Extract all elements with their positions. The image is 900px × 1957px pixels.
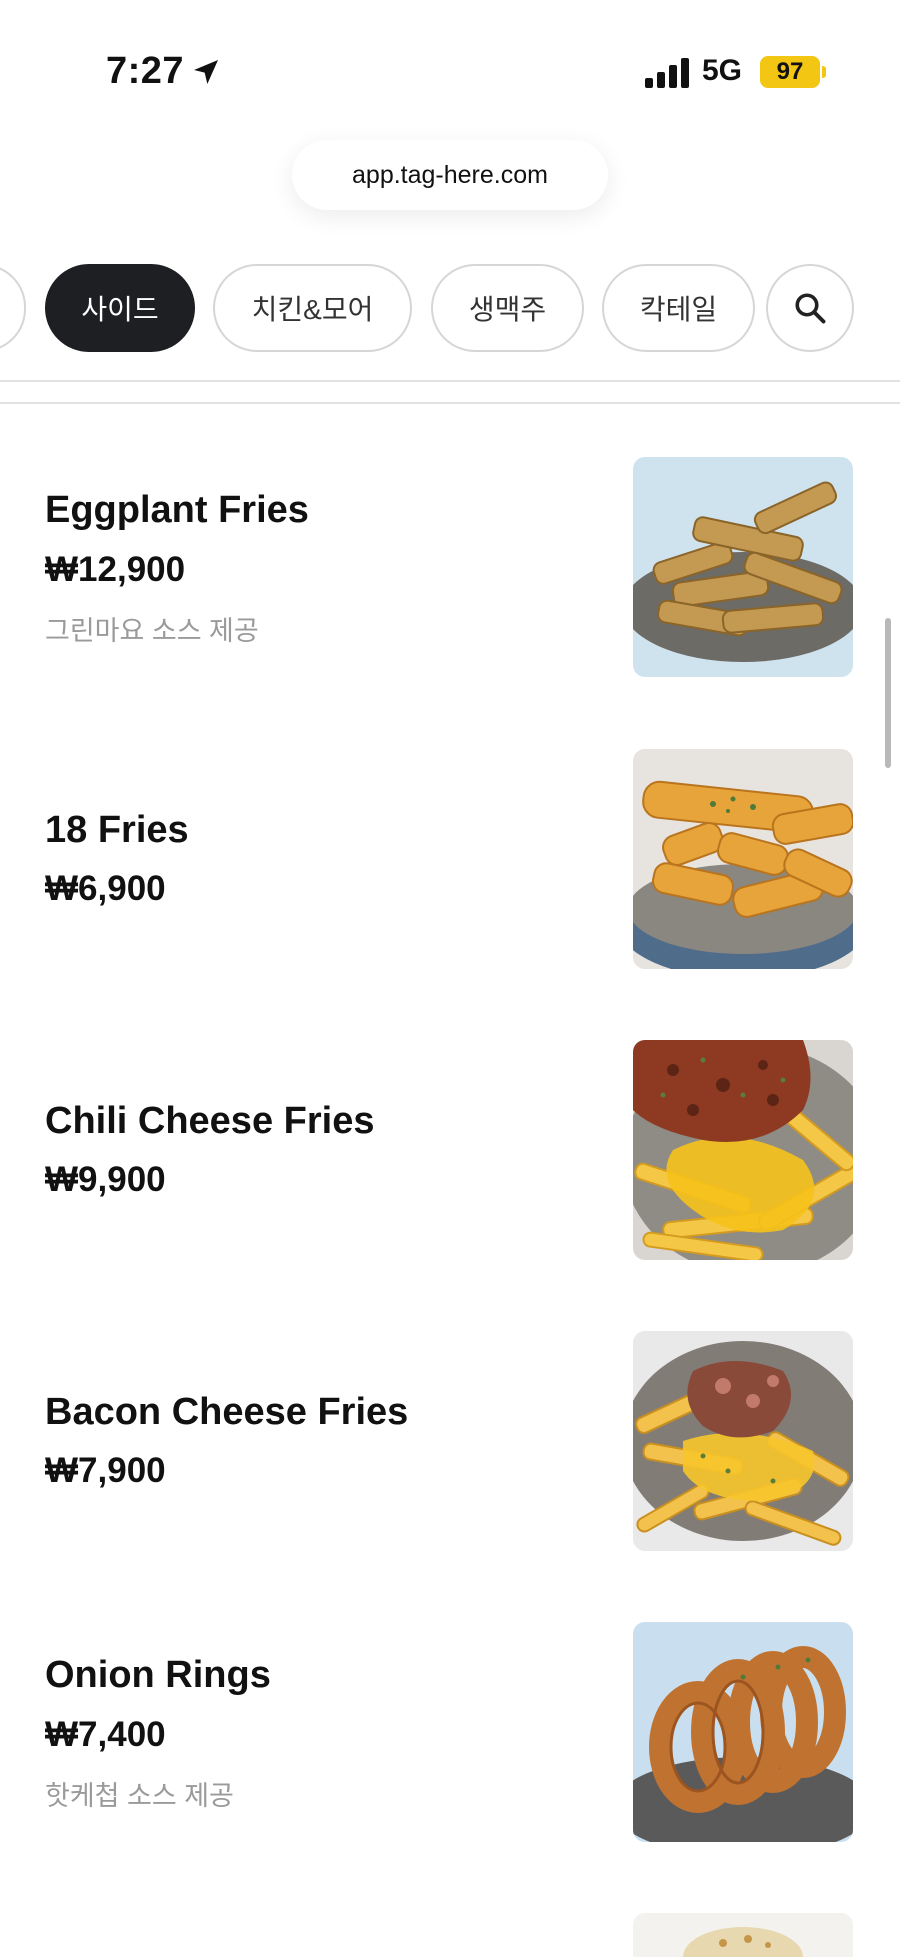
url-bar[interactable]: app.tag-here.com — [292, 140, 608, 210]
search-button[interactable] — [766, 264, 854, 352]
menu-item-bacon-cheese-fries[interactable]: Bacon Cheese Fries ₩7,900 — [0, 1331, 900, 1553]
battery-level: 97 — [776, 58, 804, 85]
tab-cocktail[interactable]: 칵테일 — [602, 264, 755, 352]
tabs-edge-fade — [854, 264, 900, 354]
location-arrow-icon — [194, 60, 218, 84]
item-price: ₩9,900 — [45, 1160, 166, 1199]
status-bar: 7:27 5G 97 — [0, 0, 900, 150]
category-tabs: 사이드 치킨&모어 생맥주 칵테일 — [0, 264, 900, 354]
tab-chicken-more[interactable]: 치킨&모어 — [213, 264, 412, 352]
network-type: 5G — [702, 54, 743, 87]
menu-item-onion-rings[interactable]: Onion Rings ₩7,400 핫케첩 소스 제공 — [0, 1622, 900, 1844]
divider — [0, 380, 900, 382]
menu-item-chili-cheese-fries[interactable]: Chili Cheese Fries ₩9,900 — [0, 1040, 900, 1262]
item-photo — [633, 457, 853, 677]
tab-label: 치킨&모어 — [251, 294, 374, 325]
item-name: 18 Fries — [45, 809, 189, 851]
item-price: ₩7,900 — [45, 1451, 166, 1490]
item-description: 그린마요 소스 제공 — [45, 616, 259, 646]
tab-side[interactable]: 사이드 — [45, 264, 195, 352]
item-price: ₩6,900 — [45, 869, 166, 908]
tab-label: 칵테일 — [639, 294, 718, 325]
item-name: Onion Rings — [45, 1654, 271, 1696]
item-name: Bacon Cheese Fries — [45, 1391, 409, 1433]
status-time: 7:27 — [106, 50, 185, 92]
divider — [0, 402, 900, 404]
item-name: Eggplant Fries — [45, 489, 309, 531]
menu-item-eggplant-fries[interactable]: Eggplant Fries ₩12,900 그린마요 소스 제공 — [0, 457, 900, 679]
item-photo — [633, 1622, 853, 1842]
tab-label: 사이드 — [81, 294, 159, 325]
tab-draft-beer[interactable]: 생맥주 — [431, 264, 584, 352]
item-photo — [633, 1040, 853, 1260]
item-description: 핫케첩 소스 제공 — [45, 1781, 234, 1811]
menu-item-18-fries[interactable]: 18 Fries ₩6,900 — [0, 749, 900, 971]
battery-indicator: 97 — [760, 56, 820, 88]
signal-bars-icon — [645, 58, 689, 88]
item-price: ₩7,400 — [45, 1715, 166, 1754]
item-name: Chili Cheese Fries — [45, 1100, 375, 1142]
next-item-photo-partial — [633, 1913, 853, 1957]
url-text: app.tag-here.com — [352, 160, 548, 189]
item-photo — [633, 1331, 853, 1551]
tab-previous[interactable] — [0, 264, 26, 352]
tab-label: 생맥주 — [468, 294, 547, 325]
scrollbar-thumb[interactable] — [885, 618, 891, 768]
battery-nub — [822, 66, 826, 78]
item-photo — [633, 749, 853, 969]
search-icon — [795, 293, 826, 324]
item-price: ₩12,900 — [45, 550, 186, 589]
